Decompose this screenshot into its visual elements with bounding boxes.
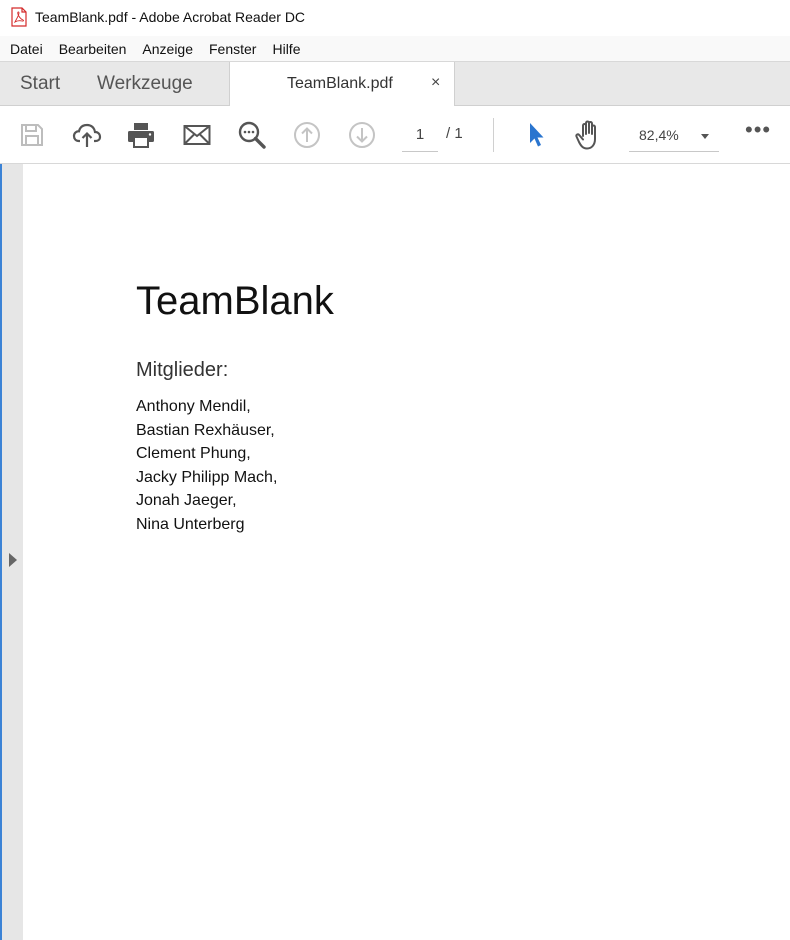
menu-anzeige[interactable]: Anzeige — [142, 41, 193, 57]
tab-document-label: TeamBlank.pdf — [287, 75, 393, 92]
menu-datei[interactable]: Datei — [10, 41, 43, 57]
save-icon[interactable] — [17, 120, 47, 150]
mail-icon[interactable] — [182, 120, 212, 150]
page-down-icon[interactable] — [347, 120, 377, 150]
toolbar-divider — [493, 118, 494, 152]
cloud-upload-icon[interactable] — [72, 120, 102, 150]
document-title: TeamBlank — [136, 279, 334, 323]
tab-document[interactable]: TeamBlank.pdf × — [229, 62, 455, 107]
toolbar: 1 / 1 82,4% ••• — [0, 106, 790, 164]
list-item: Bastian Rexhäuser, — [136, 421, 275, 439]
zoom-select[interactable]: 82,4% — [629, 122, 719, 152]
navigation-pane — [0, 164, 23, 940]
member-list: Anthony Mendil, Bastian Rexhäuser, Cleme… — [136, 395, 277, 537]
page-up-icon[interactable] — [292, 120, 322, 150]
zoom-value: 82,4% — [639, 127, 679, 143]
close-tab-button[interactable]: × — [431, 74, 440, 92]
page-total: / 1 — [446, 125, 463, 142]
document-page: TeamBlank Mitglieder: Anthony Mendil, Ba… — [23, 164, 790, 940]
list-item: Jacky Philipp Mach, — [136, 468, 278, 486]
expand-pane-icon[interactable] — [9, 553, 17, 567]
tab-start[interactable]: Start — [20, 73, 60, 95]
hand-tool-icon[interactable] — [574, 120, 604, 150]
list-item: Nina Unterberg — [136, 515, 245, 533]
list-item: Clement Phung, — [136, 445, 251, 463]
list-item: Jonah Jaeger, — [136, 492, 237, 510]
list-item: Anthony Mendil, — [136, 398, 251, 415]
page-number-input[interactable]: 1 — [402, 122, 438, 152]
more-icon[interactable]: ••• — [745, 119, 771, 141]
document-subtitle: Mitglieder: — [136, 359, 229, 381]
tab-tools[interactable]: Werkzeuge — [97, 73, 193, 95]
chevron-down-icon — [701, 134, 709, 139]
window-title: TeamBlank.pdf - Adobe Acrobat Reader DC — [35, 9, 306, 25]
tab-bar: Start Werkzeuge TeamBlank.pdf × — [0, 61, 790, 107]
menu-bearbeiten[interactable]: Bearbeiten — [59, 41, 127, 57]
menu-hilfe[interactable]: Hilfe — [272, 41, 300, 57]
menu-bar: Datei Bearbeiten Anzeige Fenster Hilfe — [0, 36, 790, 61]
print-icon[interactable] — [126, 120, 156, 150]
select-cursor-icon[interactable] — [520, 120, 550, 150]
title-bar: TeamBlank.pdf - Adobe Acrobat Reader DC — [0, 0, 790, 36]
pdf-file-icon — [11, 7, 27, 27]
menu-fenster[interactable]: Fenster — [209, 41, 256, 57]
find-icon[interactable] — [237, 120, 267, 150]
